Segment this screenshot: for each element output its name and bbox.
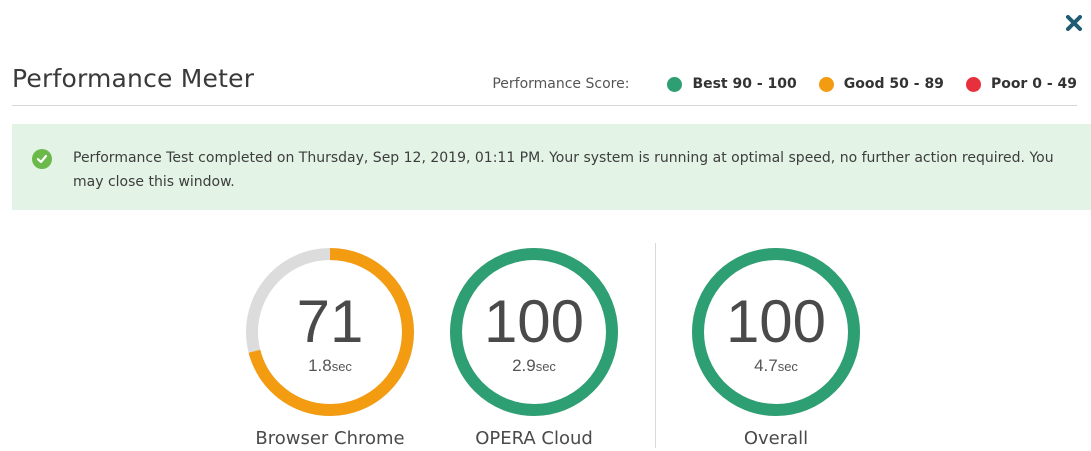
gauge-time-value: 1.8 [308,356,332,375]
legend-label-best: Best 90 - 100 [692,76,797,92]
legend-item-best: Best 90 - 100 [667,76,797,92]
page-title: Performance Meter [12,64,255,93]
gauge-score: 100 [483,288,585,355]
legend-item-good: Good 50 - 89 [818,76,944,92]
legend-dot-best [667,76,683,92]
gauge-time: 4.7sec [686,356,866,376]
close-icon [1066,15,1082,31]
alert-message: Performance Test completed on Thursday, … [73,150,1054,190]
gauge-label: OPERA Cloud [475,428,593,449]
gauge-browser: 71 1.8sec Browser Chrome [240,242,420,451]
gauge-time: 2.9sec [444,356,624,376]
success-alert: Performance Test completed on Thursday, … [12,124,1091,210]
legend-caption: Performance Score: [492,76,630,92]
gauge-opera-cloud: 100 2.9sec OPERA Cloud [444,242,624,451]
gauge-time-unit: sec [331,359,352,374]
gauge-time-value: 4.7 [754,356,778,375]
gauge-score: 100 [725,288,827,355]
legend-label-good: Good 50 - 89 [843,76,944,92]
gauge-overall: 100 4.7sec Overall [686,242,866,451]
gauge-time-value: 2.9 [512,356,536,375]
close-button[interactable] [1063,12,1085,34]
header: Performance Meter Performance Score: Bes… [12,58,1077,106]
legend-dot-poor [965,76,981,92]
gauge-score: 71 [296,288,364,355]
gauge-time-unit: sec [535,359,556,374]
gauge-label: Overall [743,428,809,449]
legend-label-poor: Poor 0 - 49 [990,76,1077,92]
legend-dot-good [818,76,834,92]
performance-score-legend: Performance Score: Best 90 - 100 Good 50… [492,76,1077,92]
check-circle-icon [32,149,52,169]
gauge-time: 1.8sec [240,356,420,376]
section-divider [655,243,656,448]
gauge-time-unit: sec [777,359,798,374]
legend-item-poor: Poor 0 - 49 [965,76,1077,92]
